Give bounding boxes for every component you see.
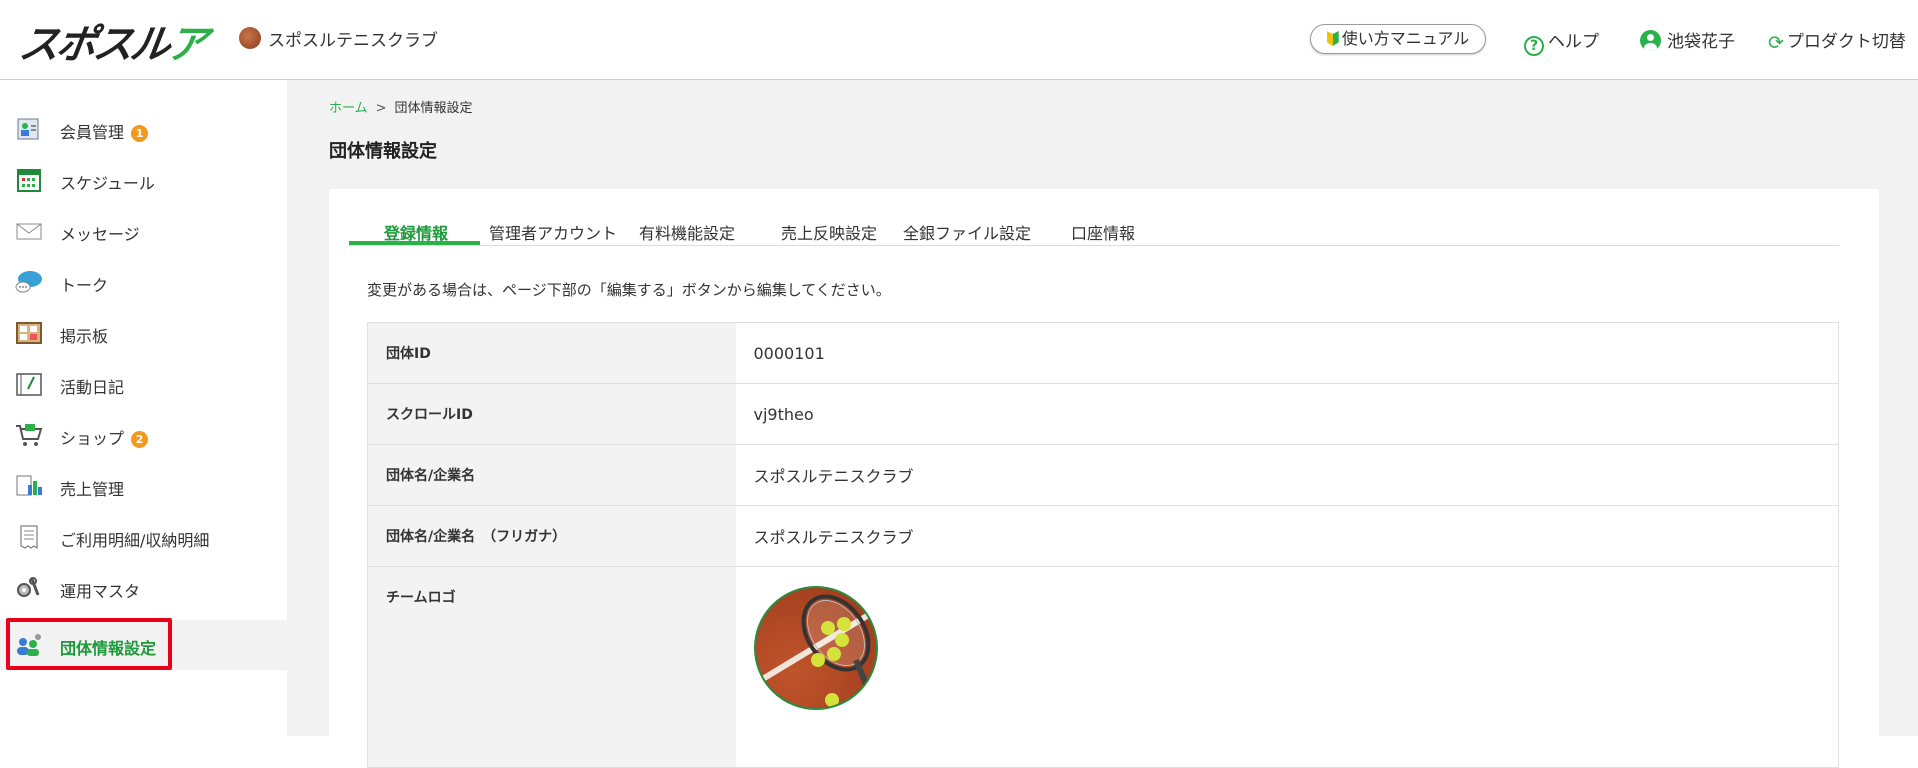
table-row: 団体名/企業名 （フリガナ） スポスルテニスクラブ: [367, 505, 1839, 567]
edit-notice: 変更がある場合は、ページ下部の「編集する」ボタンから編集してください。: [367, 281, 891, 299]
sidebar-item-label: 売上管理: [60, 480, 125, 499]
row-label: 団体名/企業名 （フリガナ）: [367, 505, 736, 567]
product-switch-link[interactable]: ⟳ プロダクト切替: [1768, 27, 1906, 54]
breadcrumb-separator: >: [375, 101, 387, 116]
product-switch-label: プロダクト切替: [1786, 32, 1906, 52]
row-value: スポスルテニスクラブ: [735, 505, 1839, 567]
breadcrumb-current: 団体情報設定: [394, 101, 473, 116]
tab-zengin-file[interactable]: 全銀ファイル設定: [903, 220, 1031, 244]
tennis-image-icon: [755, 594, 876, 708]
sidebar-item-messages[interactable]: メッセージ: [0, 206, 287, 256]
row-value: vj9theo: [735, 383, 1839, 445]
manual-label: 使い方マニュアル: [1341, 29, 1470, 48]
row-label: チームロゴ: [367, 566, 736, 768]
table-row: 団体名/企業名 スポスルテニスクラブ: [367, 444, 1839, 506]
table-row: チームロゴ: [367, 566, 1839, 768]
sidebar-item-label: 会員管理: [60, 123, 125, 142]
row-value: スポスルテニスクラブ: [735, 444, 1839, 506]
user-name: 池袋花子: [1667, 32, 1735, 52]
row-label: スクロールID: [367, 383, 736, 445]
tab-admin-account[interactable]: 管理者アカウント: [489, 220, 617, 244]
user-icon: [1640, 30, 1661, 51]
cart-icon: [16, 424, 43, 446]
sidebar-item-sales[interactable]: 売上管理: [0, 461, 287, 511]
help-label: ヘルプ: [1548, 32, 1599, 52]
beginner-mark-icon: [1326, 31, 1339, 46]
row-label: 団体ID: [367, 322, 736, 384]
sidebar-item-label: スケジュール: [60, 174, 155, 193]
sidebar-item-label: トーク: [60, 276, 109, 295]
tab-paid-features[interactable]: 有料機能設定: [639, 220, 735, 244]
breadcrumb-home-link[interactable]: ホーム: [329, 101, 368, 116]
manual-button[interactable]: 使い方マニュアル: [1310, 24, 1486, 54]
team-logo-image: [753, 586, 878, 710]
receipt-icon: [20, 525, 38, 549]
tab-bar: 登録情報 管理者アカウント 有料機能設定 売上反映設定 全銀ファイル設定 口座情…: [349, 210, 1839, 246]
app-header: スポスルアプリ スポスルテニスクラブ 使い方マニュアル ? ヘルプ 池袋花子 ⟳ プ…: [0, 0, 1918, 126]
club-name: スポスルテニスクラブ: [268, 31, 438, 51]
logo-text-a: スポスル: [16, 22, 171, 68]
sidebar-item-statements[interactable]: ご利用明細/収納明細: [0, 512, 287, 562]
row-value: [735, 566, 1839, 768]
table-row: 団体ID 0000101: [367, 322, 1839, 384]
sidebar-item-label: ショップ: [60, 429, 125, 448]
calendar-icon: [17, 169, 41, 192]
gears-icon: [17, 577, 40, 597]
diary-icon: [16, 373, 42, 396]
notification-badge: 2: [131, 431, 149, 448]
highlight-annotation: [6, 618, 172, 670]
sidebar-item-label: メッセージ: [60, 225, 140, 244]
chat-bubble-icon: [15, 271, 42, 293]
user-menu[interactable]: 池袋花子: [1640, 27, 1735, 52]
row-value: 0000101: [735, 322, 1839, 384]
sidebar-item-talk[interactable]: トーク: [0, 257, 287, 307]
sidebar-item-diary[interactable]: 活動日記: [0, 359, 287, 409]
breadcrumb: ホーム > 団体情報設定: [329, 97, 473, 116]
refresh-icon: ⟳: [1768, 32, 1784, 54]
group-info-table: 団体ID 0000101 スクロールID vj9theo 団体名/企業名 スポス…: [367, 322, 1839, 768]
help-link[interactable]: ? ヘルプ: [1524, 27, 1599, 56]
tab-bank-account[interactable]: 口座情報: [1071, 220, 1135, 244]
app-logo[interactable]: スポスルアプリ: [8, 12, 216, 126]
sidebar-item-label: 運用マスタ: [60, 582, 141, 601]
bulletin-board-icon: [16, 322, 42, 344]
page-title: 団体情報設定: [329, 141, 437, 162]
sidebar-item-board[interactable]: 掲示板: [0, 308, 287, 358]
member-card-icon: [17, 118, 39, 140]
notification-badge: 1: [131, 125, 149, 142]
sidebar-item-label: 活動日記: [60, 378, 125, 397]
row-label: 団体名/企業名: [367, 444, 736, 506]
tab-sales-reflection[interactable]: 売上反映設定: [781, 220, 877, 244]
envelope-icon: [16, 223, 42, 240]
active-tab-indicator: [349, 241, 480, 245]
club-avatar: [239, 27, 261, 49]
settings-panel: 登録情報 管理者アカウント 有料機能設定 売上反映設定 全銀ファイル設定 口座情…: [329, 189, 1879, 768]
sidebar-item-members[interactable]: 会員管理 1: [0, 104, 287, 154]
sales-chart-icon: [16, 475, 42, 496]
sidebar-item-schedule[interactable]: スケジュール: [0, 155, 287, 205]
question-icon: ?: [1524, 36, 1544, 56]
sidebar-item-label: 掲示板: [60, 327, 109, 346]
main-content: ホーム > 団体情報設定 団体情報設定 登録情報 管理者アカウント 有料機能設定 売…: [287, 80, 1918, 768]
sidebar-item-master[interactable]: 運用マスタ: [0, 563, 287, 613]
sidebar-item-shop[interactable]: ショップ 2: [0, 410, 287, 460]
sidebar-item-label: ご利用明細/収納明細: [60, 531, 210, 550]
table-row: スクロールID vj9theo: [367, 383, 1839, 445]
